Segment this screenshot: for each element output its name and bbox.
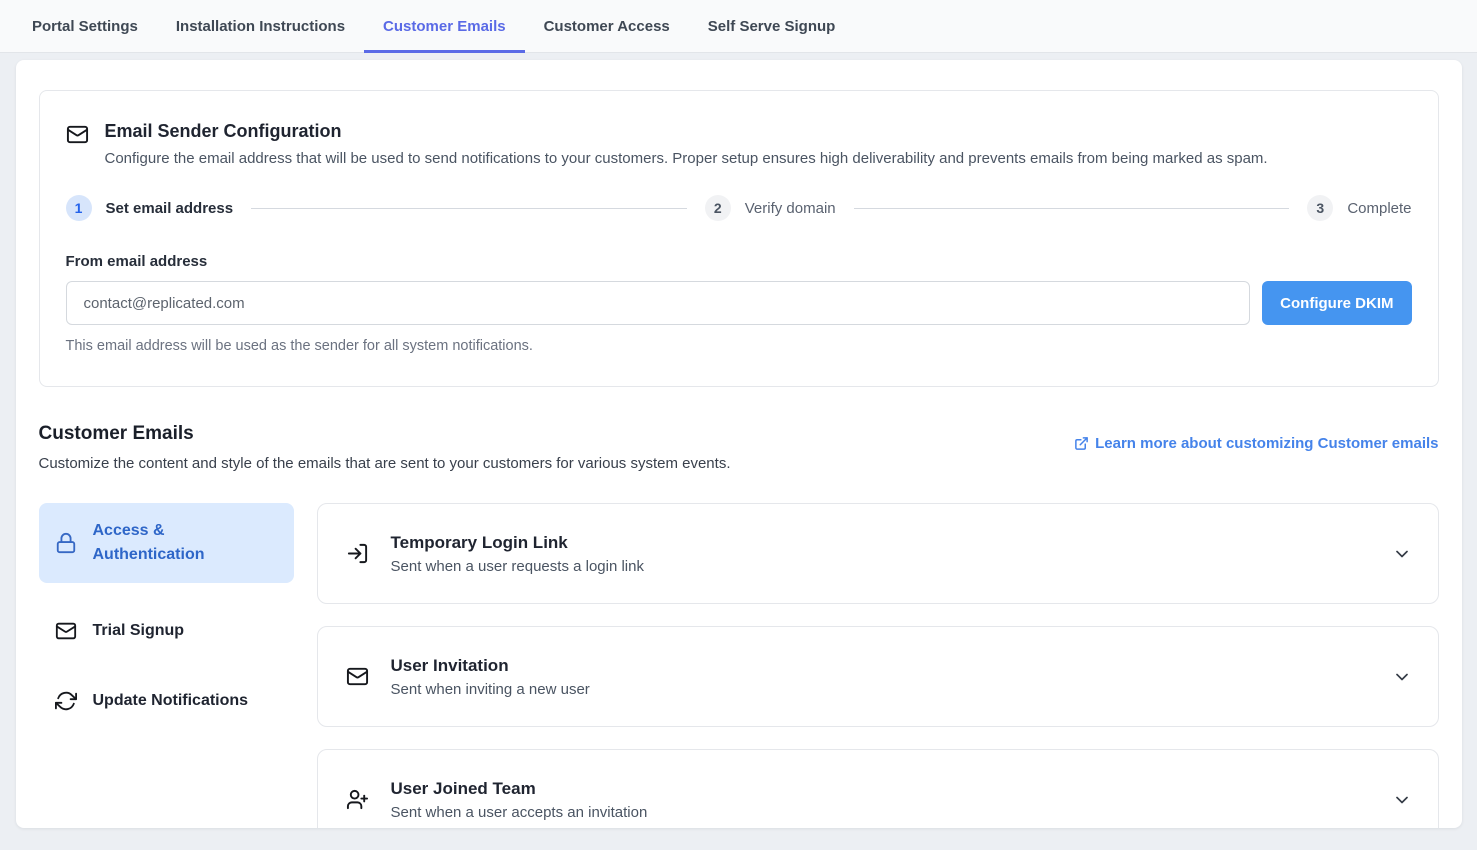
step-number: 1 bbox=[66, 195, 92, 221]
tab-bar: Portal Settings Installation Instruction… bbox=[0, 0, 1477, 53]
from-email-input[interactable] bbox=[66, 281, 1251, 325]
customer-emails-description: Customize the content and style of the e… bbox=[39, 455, 731, 472]
sidebar-item-label: Update Notifications bbox=[93, 689, 249, 713]
mail-icon bbox=[55, 620, 77, 642]
step-label: Verify domain bbox=[745, 200, 836, 217]
learn-more-label: Learn more about customizing Customer em… bbox=[1095, 435, 1438, 452]
template-title: User Joined Team bbox=[391, 779, 1392, 799]
user-plus-icon bbox=[346, 788, 369, 811]
sender-config-title: Email Sender Configuration bbox=[105, 121, 1268, 142]
from-email-label: From email address bbox=[66, 253, 1412, 270]
tab-installation-instructions[interactable]: Installation Instructions bbox=[157, 0, 364, 52]
template-title: Temporary Login Link bbox=[391, 533, 1392, 553]
step-complete: 3 Complete bbox=[1307, 195, 1411, 221]
template-title: User Invitation bbox=[391, 656, 1392, 676]
template-subtitle: Sent when a user accepts an invitation bbox=[391, 804, 1392, 821]
sidebar-item-label: Access & Authentication bbox=[93, 519, 278, 567]
lock-icon bbox=[55, 532, 77, 554]
tab-customer-emails[interactable]: Customer Emails bbox=[364, 0, 525, 52]
chevron-down-icon[interactable] bbox=[1392, 667, 1412, 687]
customer-emails-heading: Customer Emails bbox=[39, 423, 731, 445]
step-number: 3 bbox=[1307, 195, 1333, 221]
configure-dkim-button[interactable]: Configure DKIM bbox=[1262, 281, 1411, 325]
login-icon bbox=[346, 542, 369, 565]
mail-icon bbox=[66, 123, 89, 146]
template-card-user-joined-team[interactable]: User Joined Team Sent when a user accept… bbox=[317, 749, 1439, 828]
step-number: 2 bbox=[705, 195, 731, 221]
sender-config-description: Configure the email address that will be… bbox=[105, 150, 1268, 167]
external-link-icon bbox=[1074, 436, 1089, 451]
stepper: 1 Set email address 2 Verify domain 3 Co… bbox=[66, 195, 1412, 221]
sidebar-item-label: Trial Signup bbox=[93, 619, 185, 643]
main-panel: Email Sender Configuration Configure the… bbox=[16, 60, 1462, 828]
sidebar-item-access-authentication[interactable]: Access & Authentication bbox=[39, 503, 294, 583]
step-label: Set email address bbox=[106, 200, 234, 217]
step-connector bbox=[854, 208, 1290, 209]
sidebar-item-update-notifications[interactable]: Update Notifications bbox=[39, 679, 294, 723]
email-helper-text: This email address will be used as the s… bbox=[66, 338, 1412, 354]
tab-customer-access[interactable]: Customer Access bbox=[525, 0, 689, 52]
template-card-user-invitation[interactable]: User Invitation Sent when inviting a new… bbox=[317, 626, 1439, 727]
tab-portal-settings[interactable]: Portal Settings bbox=[13, 0, 157, 52]
refresh-icon bbox=[55, 690, 77, 712]
step-verify-domain: 2 Verify domain bbox=[705, 195, 836, 221]
template-card-temporary-login-link[interactable]: Temporary Login Link Sent when a user re… bbox=[317, 503, 1439, 604]
chevron-down-icon[interactable] bbox=[1392, 544, 1412, 564]
mail-icon bbox=[346, 665, 369, 688]
email-sender-card: Email Sender Configuration Configure the… bbox=[39, 90, 1439, 387]
chevron-down-icon[interactable] bbox=[1392, 790, 1412, 810]
step-set-email-address: 1 Set email address bbox=[66, 195, 234, 221]
step-connector bbox=[251, 208, 687, 209]
sidebar-item-trial-signup[interactable]: Trial Signup bbox=[39, 609, 294, 653]
learn-more-link[interactable]: Learn more about customizing Customer em… bbox=[1074, 435, 1438, 452]
tab-self-serve-signup[interactable]: Self Serve Signup bbox=[689, 0, 855, 52]
step-label: Complete bbox=[1347, 200, 1411, 217]
email-category-sidebar: Access & Authentication Trial Signup Upd… bbox=[39, 503, 294, 828]
template-subtitle: Sent when inviting a new user bbox=[391, 681, 1392, 698]
template-subtitle: Sent when a user requests a login link bbox=[391, 558, 1392, 575]
email-template-list: Temporary Login Link Sent when a user re… bbox=[317, 503, 1439, 828]
